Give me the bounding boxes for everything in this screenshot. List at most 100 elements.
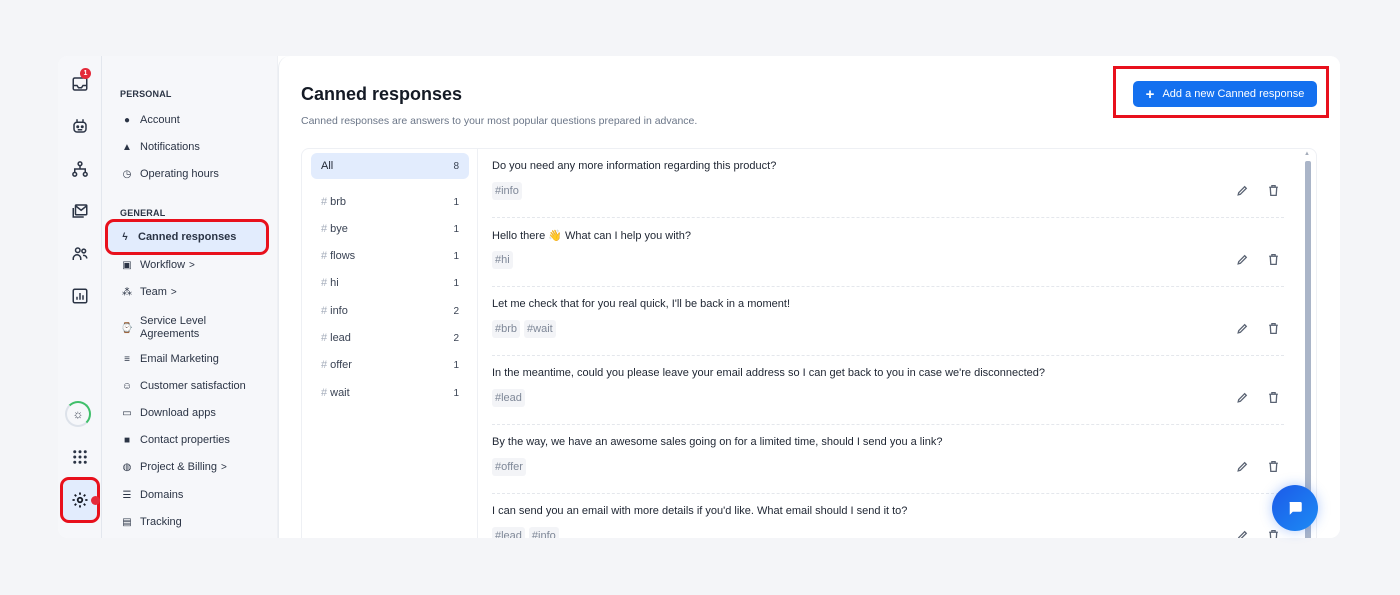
notification-dot <box>91 496 100 505</box>
tag-name: info <box>330 305 348 317</box>
add-canned-response-button[interactable]: + Add a new Canned response <box>1133 81 1317 107</box>
edit-icon[interactable] <box>1236 529 1249 538</box>
sidebar-item-canned-responses[interactable]: ϟCanned responses <box>108 222 266 252</box>
sidebar-item-domains[interactable]: ☰Domains <box>110 482 268 508</box>
workflow-icon: ▣ <box>120 260 134 271</box>
nav-section-heading: GENERAL <box>120 208 165 218</box>
tag-count: 1 <box>453 360 459 371</box>
response-row[interactable]: Do you need any more information regardi… <box>492 149 1284 218</box>
sidebar-item-contact-properties[interactable]: ■Contact properties <box>110 427 268 453</box>
chat-widget-button[interactable] <box>1272 485 1318 531</box>
response-row[interactable]: In the meantime, could you please leave … <box>492 356 1284 425</box>
sidebar-item-download-apps[interactable]: ▭Download apps <box>110 400 268 426</box>
edit-icon[interactable] <box>1236 253 1249 271</box>
response-actions <box>1236 184 1280 202</box>
sidebar-item-customer-satisfaction[interactable]: ☺Customer satisfaction <box>110 373 268 399</box>
hash-icon: # <box>321 277 327 289</box>
tag-name: wait <box>330 387 350 399</box>
sidebar-item-workflow[interactable]: ▣Workflow> <box>110 252 268 278</box>
sidebar-item-email-marketing[interactable]: ≡Email Marketing <box>110 346 268 372</box>
tag-chip: #offer <box>492 458 526 476</box>
tag-filter-offer[interactable]: #offer1 <box>311 352 469 378</box>
contacts-icon[interactable] <box>66 240 94 268</box>
trash-icon[interactable] <box>1267 322 1280 340</box>
trash-icon[interactable] <box>1267 460 1280 478</box>
user-circle-icon: ● <box>120 115 134 126</box>
tag-count: 2 <box>453 333 459 344</box>
gear-icon[interactable] <box>66 486 94 514</box>
sidebar-item-label: Email Marketing <box>140 353 219 365</box>
hash-icon: # <box>321 359 327 371</box>
sidebar-item-project-billing[interactable]: ◍Project & Billing> <box>110 454 268 480</box>
response-row[interactable]: I can send you an email with more detail… <box>492 494 1284 538</box>
app-window: 1 ☼ PERSONAL ●Account▲Notifications◷Opera… <box>58 56 1340 538</box>
trash-icon[interactable] <box>1267 391 1280 409</box>
page-subtitle: Canned responses are answers to your mos… <box>301 115 697 127</box>
tag-filter-info[interactable]: #info2 <box>311 298 469 324</box>
response-tags: #brb#wait <box>492 320 556 338</box>
tag-count: 1 <box>453 224 459 235</box>
bot-icon[interactable] <box>66 112 94 140</box>
sidebar-item-notifications[interactable]: ▲Notifications <box>110 134 268 160</box>
analytics-icon[interactable] <box>66 282 94 310</box>
tag-chip: #lead <box>492 389 525 407</box>
response-text: By the way, we have an awesome sales goi… <box>492 436 942 448</box>
response-row[interactable]: Let me check that for you real quick, I'… <box>492 287 1284 356</box>
sidebar-item-service-level-agreements[interactable]: ⌚Service Level Agreements <box>110 312 268 344</box>
sidebar-item-operating-hours[interactable]: ◷Operating hours <box>110 161 268 187</box>
flows-icon[interactable] <box>66 155 94 183</box>
tag-filter-all[interactable]: All8 <box>311 153 469 179</box>
tag-filter-wait[interactable]: #wait 1 <box>311 380 469 406</box>
response-actions <box>1236 391 1280 409</box>
responses-panel: All8#brb1#bye1#flows1#hi1#info2#lead2#of… <box>301 148 1317 538</box>
chevron-right-icon: > <box>171 287 177 298</box>
trash-icon[interactable] <box>1267 184 1280 202</box>
tag-filter-hi[interactable]: #hi1 <box>311 270 469 296</box>
lightbulb-icon[interactable]: ☼ <box>65 401 91 427</box>
tag-name: bye <box>330 223 348 235</box>
scroll-thumb[interactable] <box>1305 161 1311 538</box>
sidebar-item-label: Workflow <box>140 259 185 271</box>
sla-icon: ⌚ <box>120 323 134 334</box>
mail-icon[interactable] <box>66 197 94 225</box>
sidebar-item-team[interactable]: ⁂Team> <box>110 279 268 305</box>
tag-filter-flows[interactable]: #flows1 <box>311 243 469 269</box>
sidebar-item-tracking[interactable]: ▤Tracking <box>110 509 268 535</box>
chart-icon: ▤ <box>120 517 134 528</box>
tag-name: flows <box>330 250 355 262</box>
response-actions <box>1236 253 1280 271</box>
tag-filter-lead[interactable]: #lead2 <box>311 325 469 351</box>
trash-icon[interactable] <box>1267 253 1280 271</box>
tag-chip: #info <box>529 527 559 538</box>
tag-label: #flows <box>321 250 355 262</box>
response-row[interactable]: Hello there 👋 What can I help you with?#… <box>492 218 1284 287</box>
nav-section-heading: PERSONAL <box>120 89 172 99</box>
tag-chip: #wait <box>524 320 556 338</box>
tag-name: brb <box>330 196 346 208</box>
bell-icon: ▲ <box>120 142 134 153</box>
response-actions <box>1236 460 1280 478</box>
tag-filter-list: All8#brb1#bye1#flows1#hi1#info2#lead2#of… <box>302 149 478 538</box>
scrollbar[interactable]: ▲ <box>1298 149 1316 538</box>
sidebar-item-account[interactable]: ●Account <box>110 107 268 133</box>
tag-filter-bye[interactable]: #bye1 <box>311 216 469 242</box>
response-row[interactable]: By the way, we have an awesome sales goi… <box>492 425 1284 494</box>
main-content: Canned responses Canned responses are an… <box>278 56 1340 538</box>
trash-icon[interactable] <box>1267 529 1280 538</box>
apps-grid-icon[interactable] <box>66 443 94 471</box>
tag-label: #wait <box>321 387 350 399</box>
response-tags: #lead <box>492 389 525 407</box>
edit-icon[interactable] <box>1236 460 1249 478</box>
tag-chip: #lead <box>492 527 525 538</box>
edit-icon[interactable] <box>1236 322 1249 340</box>
server-icon: ☰ <box>120 490 134 501</box>
tag-count: 1 <box>453 388 459 399</box>
edit-icon[interactable] <box>1236 391 1249 409</box>
tag-count: 8 <box>453 161 459 172</box>
response-text: In the meantime, could you please leave … <box>492 367 1045 379</box>
inbox-badge: 1 <box>80 68 91 79</box>
icon-rail: 1 ☼ <box>58 56 102 538</box>
scroll-up-arrow[interactable]: ▲ <box>1304 151 1310 157</box>
tag-filter-brb[interactable]: #brb1 <box>311 189 469 215</box>
edit-icon[interactable] <box>1236 184 1249 202</box>
